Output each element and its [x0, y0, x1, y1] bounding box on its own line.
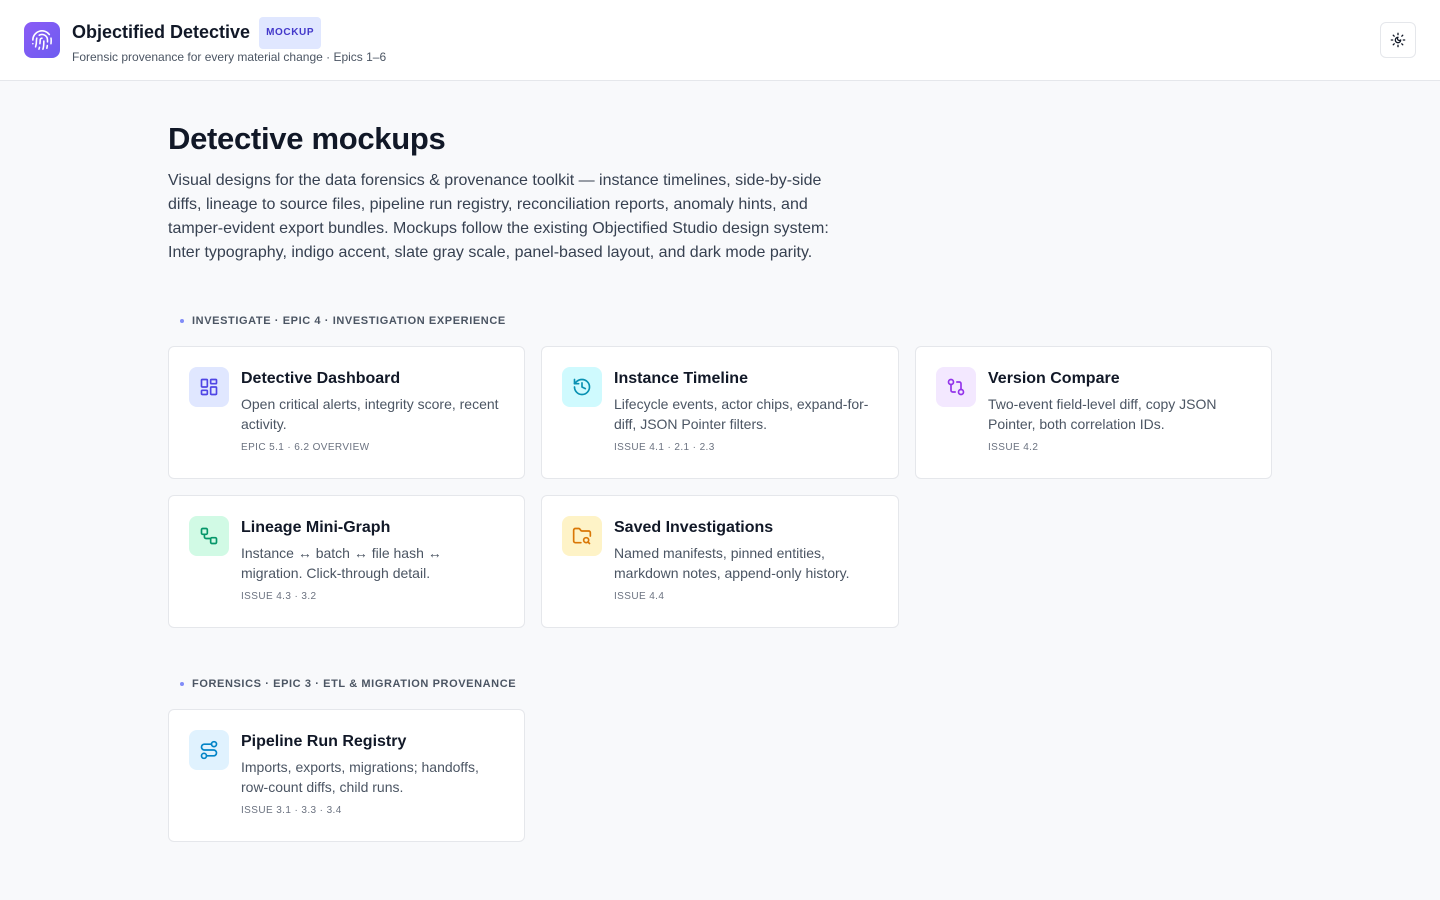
card-grid: Detective Dashboard Open critical alerts… — [168, 346, 1272, 628]
card-title: Pipeline Run Registry — [241, 733, 407, 750]
brand: Objectified Detective MOCKUP Forensic pr… — [72, 16, 387, 64]
card-title: Version Compare — [988, 370, 1120, 387]
fingerprint-icon — [32, 30, 52, 50]
app-subtitle: Forensic provenance for every material c… — [72, 49, 387, 64]
card-description: Imports, exports, migrations; handoffs, … — [241, 759, 479, 795]
card-instance-timeline[interactable]: Instance Timeline Lifecycle events, acto… — [541, 346, 899, 479]
section-forensics: FORENSICS · EPIC 3 · ETL & MIGRATION PRO… — [168, 676, 1272, 842]
section-label-text: INVESTIGATE · EPIC 4 · INVESTIGATION EXP… — [192, 315, 506, 327]
main-content: Detective mockups Visual designs for the… — [0, 81, 1440, 842]
page-intro: Visual designs for the data forensics & … — [168, 172, 829, 261]
card-description: Two-event field-level diff, copy JSON Po… — [988, 396, 1217, 432]
card-description: Instance ↔ batch ↔ file hash ↔ migration… — [241, 545, 442, 581]
theme-toggle-icon — [1390, 32, 1406, 48]
pipeline-icon — [189, 730, 229, 770]
card-title: Detective Dashboard — [241, 370, 401, 387]
card-description: Open critical alerts, integrity score, r… — [241, 396, 499, 432]
folder-search-icon — [562, 516, 602, 556]
top-bar: Objectified Detective MOCKUP Forensic pr… — [0, 0, 1440, 81]
section-label: FORENSICS · EPIC 3 · ETL & MIGRATION PRO… — [168, 676, 1272, 692]
card-description: Named manifests, pinned entities, markdo… — [614, 545, 850, 581]
card-meta: ISSUE 4.1 · 2.1 · 2.3 — [614, 442, 715, 453]
theme-toggle-button[interactable] — [1380, 22, 1416, 58]
card-pipeline-run-registry[interactable]: Pipeline Run Registry Imports, exports, … — [168, 709, 525, 842]
card-detective-dashboard[interactable]: Detective Dashboard Open critical alerts… — [168, 346, 525, 479]
section-dot — [180, 682, 184, 686]
compare-icon — [936, 367, 976, 407]
card-meta: ISSUE 4.2 — [988, 442, 1039, 453]
section-label-text: FORENSICS · EPIC 3 · ETL & MIGRATION PRO… — [192, 678, 517, 690]
card-meta: EPIC 5.1 · 6.2 OVERVIEW — [241, 442, 370, 453]
section-dot — [180, 319, 184, 323]
card-grid: Pipeline Run Registry Imports, exports, … — [168, 709, 1272, 842]
card-title: Instance Timeline — [614, 370, 748, 387]
lineage-icon — [189, 516, 229, 556]
section-investigate: INVESTIGATE · EPIC 4 · INVESTIGATION EXP… — [168, 313, 1272, 628]
card-lineage-mini-graph[interactable]: Lineage Mini-Graph Instance ↔ batch ↔ fi… — [168, 495, 525, 628]
card-meta: ISSUE 4.3 · 3.2 — [241, 591, 317, 602]
card-meta: ISSUE 3.1 · 3.3 · 3.4 — [241, 805, 342, 816]
card-meta: ISSUE 4.4 — [614, 591, 665, 602]
app-logo[interactable] — [24, 22, 60, 58]
card-title: Lineage Mini-Graph — [241, 519, 391, 536]
card-title: Saved Investigations — [614, 519, 774, 536]
mockup-badge: MOCKUP — [259, 16, 322, 49]
history-icon — [562, 367, 602, 407]
section-label: INVESTIGATE · EPIC 4 · INVESTIGATION EXP… — [168, 313, 1272, 329]
card-version-compare[interactable]: Version Compare Two-event field-level di… — [915, 346, 1272, 479]
app-title: Objectified Detective — [72, 22, 251, 42]
dashboard-icon — [189, 367, 229, 407]
card-description: Lifecycle events, actor chips, expand-fo… — [614, 396, 869, 432]
card-saved-investigations[interactable]: Saved Investigations Named manifests, pi… — [541, 495, 899, 628]
page-title: Detective mockups — [168, 121, 446, 156]
